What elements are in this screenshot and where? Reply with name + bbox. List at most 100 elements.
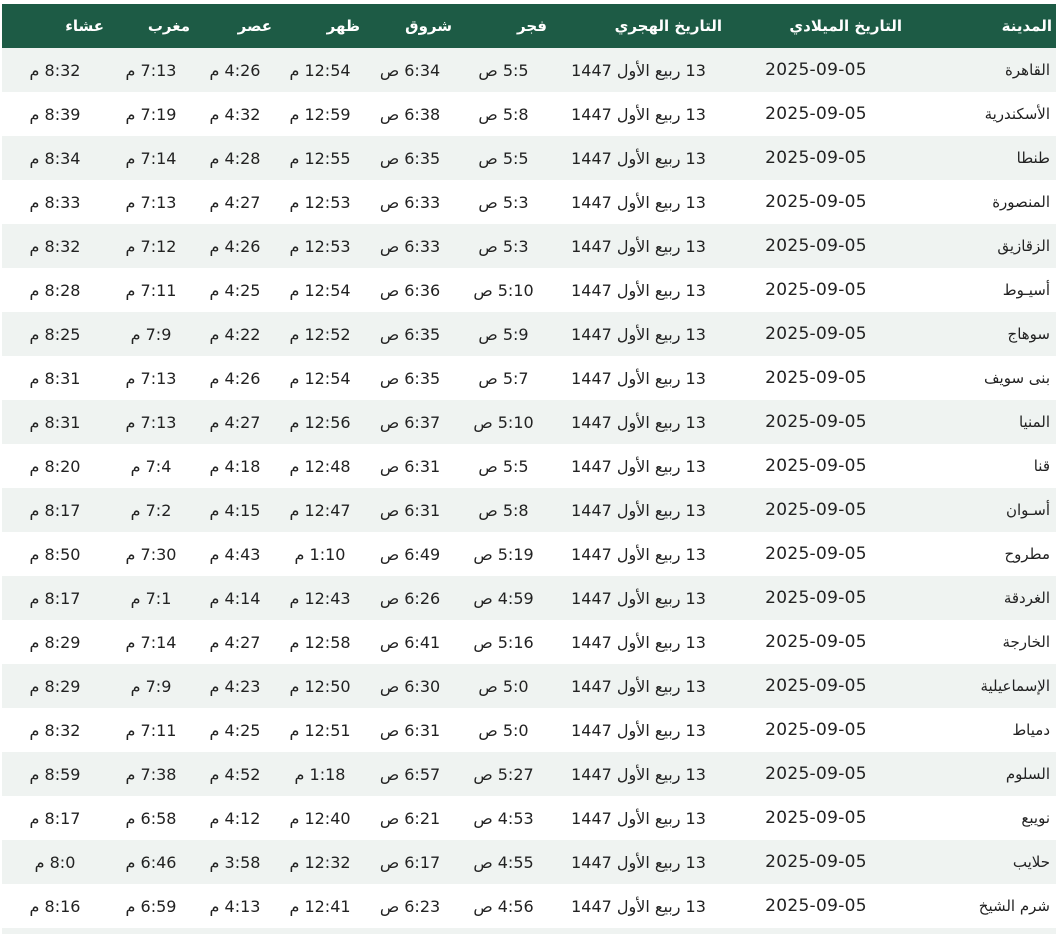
maghrib-cell: 6:46 م (125, 852, 177, 872)
asr-cell: 4:26 م (209, 236, 261, 256)
hijri-date-cell: 13 ربيع الأول 1447 (571, 500, 706, 520)
isha-cell: 8:29 م (29, 676, 81, 696)
table-row: أسيـوط 2025-09-05 13 ربيع الأول 1447 5:10 ص… (2, 268, 1056, 312)
table-row: سوهاج 2025-09-05 13 ربيع الأول 1447 5:9 ص 6:… (2, 312, 1056, 356)
asr-cell: 4:23 م (209, 676, 261, 696)
dhuhr-cell: 1:18 م (294, 764, 346, 784)
city-cell: الزقازيق (997, 237, 1050, 255)
table-row: بنى سويف 2025-09-05 13 ربيع الأول 1447 5:7 … (2, 356, 1056, 400)
fajr-cell: 5:10 ص (473, 280, 534, 300)
dhuhr-cell: 12:53 م (289, 236, 351, 256)
city-cell: بنى سويف (984, 369, 1050, 387)
fajr-cell: 5:0 ص (478, 676, 529, 696)
city-cell: شرم الشيخ (978, 897, 1050, 915)
dhuhr-cell: 12:55 م (289, 148, 351, 168)
fajr-cell: 5:8 ص (478, 500, 529, 520)
maghrib-cell: 7:38 م (125, 764, 177, 784)
isha-cell: 8:16 م (29, 896, 81, 916)
table-row: القاهرة 2025-09-05 13 ربيع الأول 1447 5:5 ص… (2, 48, 1056, 92)
dhuhr-cell: 1:10 م (294, 544, 346, 564)
dhuhr-cell: 12:47 م (289, 500, 351, 520)
table-row: أسـوان 2025-09-05 13 ربيع الأول 1447 5:8 ص 6… (2, 488, 1056, 532)
sunrise-cell: 6:23 ص (379, 896, 441, 916)
gregorian-date-cell: 2025-09-05 (765, 104, 867, 124)
isha-cell: 8:25 م (29, 324, 81, 344)
maghrib-cell: 7:13 م (125, 368, 177, 388)
table-row: الإسماعيلية 2025-09-05 13 ربيع الأول 1447 5… (2, 664, 1056, 708)
asr-cell: 4:28 م (209, 148, 261, 168)
dhuhr-cell: 12:54 م (289, 280, 351, 300)
sunrise-cell: 6:41 ص (379, 632, 441, 652)
hijri-date-cell: 13 ربيع الأول 1447 (571, 192, 706, 212)
asr-cell: 4:27 م (209, 632, 261, 652)
fajr-cell: 4:56 ص (473, 896, 534, 916)
gregorian-date-cell: 2025-09-05 (765, 632, 867, 652)
maghrib-cell: 7:9 م (130, 324, 172, 344)
isha-cell: 8:0 م (34, 852, 76, 872)
maghrib-cell: 7:11 م (125, 720, 177, 740)
fajr-cell: 5:7 ص (478, 368, 529, 388)
asr-cell: 4:15 م (209, 500, 261, 520)
table-header: المدينة التاريخ الميلادي التاريخ الهجري فجر… (2, 4, 1056, 48)
isha-cell: 8:59 م (29, 764, 81, 784)
city-cell: نويبع (1021, 809, 1050, 827)
asr-cell: 4:18 م (209, 456, 261, 476)
table-row: المنصورة 2025-09-05 13 ربيع الأول 1447 5:3 … (2, 180, 1056, 224)
sunrise-cell: 6:21 ص (379, 808, 441, 828)
isha-cell: 8:31 م (29, 412, 81, 432)
gregorian-date-cell: 2025-09-05 (765, 764, 867, 784)
gregorian-date-cell: 2025-09-05 (765, 808, 867, 828)
gregorian-date-cell: 2025-09-05 (765, 236, 867, 256)
asr-cell: 4:52 م (209, 764, 261, 784)
sunrise-cell: 6:17 ص (379, 852, 441, 872)
sunrise-cell: 6:49 ص (379, 544, 441, 564)
asr-cell: 4:26 م (209, 60, 261, 80)
fajr-cell: 5:16 ص (473, 632, 534, 652)
isha-cell: 8:32 م (29, 236, 81, 256)
maghrib-cell: 7:1 م (130, 588, 172, 608)
gregorian-date-cell: 2025-09-05 (765, 148, 867, 168)
table-row: مطروح 2025-09-05 13 ربيع الأول 1447 5:19 ص 6… (2, 532, 1056, 576)
asr-cell: 4:26 م (209, 368, 261, 388)
sunrise-cell: 6:33 ص (379, 236, 441, 256)
gregorian-date-cell: 2025-09-05 (765, 324, 867, 344)
table-row: الزقازيق 2025-09-05 13 ربيع الأول 1447 5:3 … (2, 224, 1056, 268)
maghrib-cell: 7:12 م (125, 236, 177, 256)
table-row: شرم الشيخ 2025-09-05 13 ربيع الأول 1447 4:5… (2, 884, 1056, 928)
asr-cell: 4:32 م (209, 104, 261, 124)
hijri-date-cell: 13 ربيع الأول 1447 (571, 148, 706, 168)
hijri-date-cell: 13 ربيع الأول 1447 (571, 676, 706, 696)
gregorian-date-cell: 2025-09-05 (765, 456, 867, 476)
isha-cell: 8:50 م (29, 544, 81, 564)
table-row: السلوم 2025-09-05 13 ربيع الأول 1447 5:27 ص… (2, 752, 1056, 796)
prayer-times-table: المدينة التاريخ الميلادي التاريخ الهجري فجر… (2, 4, 1056, 928)
header-maghrib: مغرب (147, 17, 190, 35)
city-cell: طنطا (1016, 149, 1050, 167)
table-row: حلايب 2025-09-05 13 ربيع الأول 1447 4:55 ص 6… (2, 840, 1056, 884)
sunrise-cell: 6:34 ص (379, 60, 441, 80)
hijri-date-cell: 13 ربيع الأول 1447 (571, 456, 706, 476)
fajr-cell: 4:55 ص (473, 852, 534, 872)
city-cell: الغردقة (1003, 589, 1050, 607)
city-cell: أسيـوط (1002, 281, 1050, 299)
hijri-date-cell: 13 ربيع الأول 1447 (571, 852, 706, 872)
isha-cell: 8:32 م (29, 60, 81, 80)
fajr-cell: 5:27 ص (473, 764, 534, 784)
isha-cell: 8:17 م (29, 588, 81, 608)
isha-cell: 8:31 م (29, 368, 81, 388)
table-body: القاهرة 2025-09-05 13 ربيع الأول 1447 5:5 ص… (2, 48, 1056, 928)
dhuhr-cell: 12:53 م (289, 192, 351, 212)
dhuhr-cell: 12:32 م (289, 852, 351, 872)
fajr-cell: 5:19 ص (473, 544, 534, 564)
gregorian-date-cell: 2025-09-05 (765, 588, 867, 608)
dhuhr-cell: 12:54 م (289, 60, 351, 80)
hijri-date-cell: 13 ربيع الأول 1447 (571, 368, 706, 388)
maghrib-cell: 7:9 م (130, 676, 172, 696)
asr-cell: 4:27 م (209, 412, 261, 432)
fajr-cell: 5:0 ص (478, 720, 529, 740)
hijri-date-cell: 13 ربيع الأول 1447 (571, 720, 706, 740)
city-cell: السلوم (1005, 765, 1050, 783)
header-gregorian-date: التاريخ الميلادي (789, 17, 902, 35)
table-bottom-strip (2, 928, 1056, 934)
city-cell: دمياط (1012, 721, 1050, 739)
